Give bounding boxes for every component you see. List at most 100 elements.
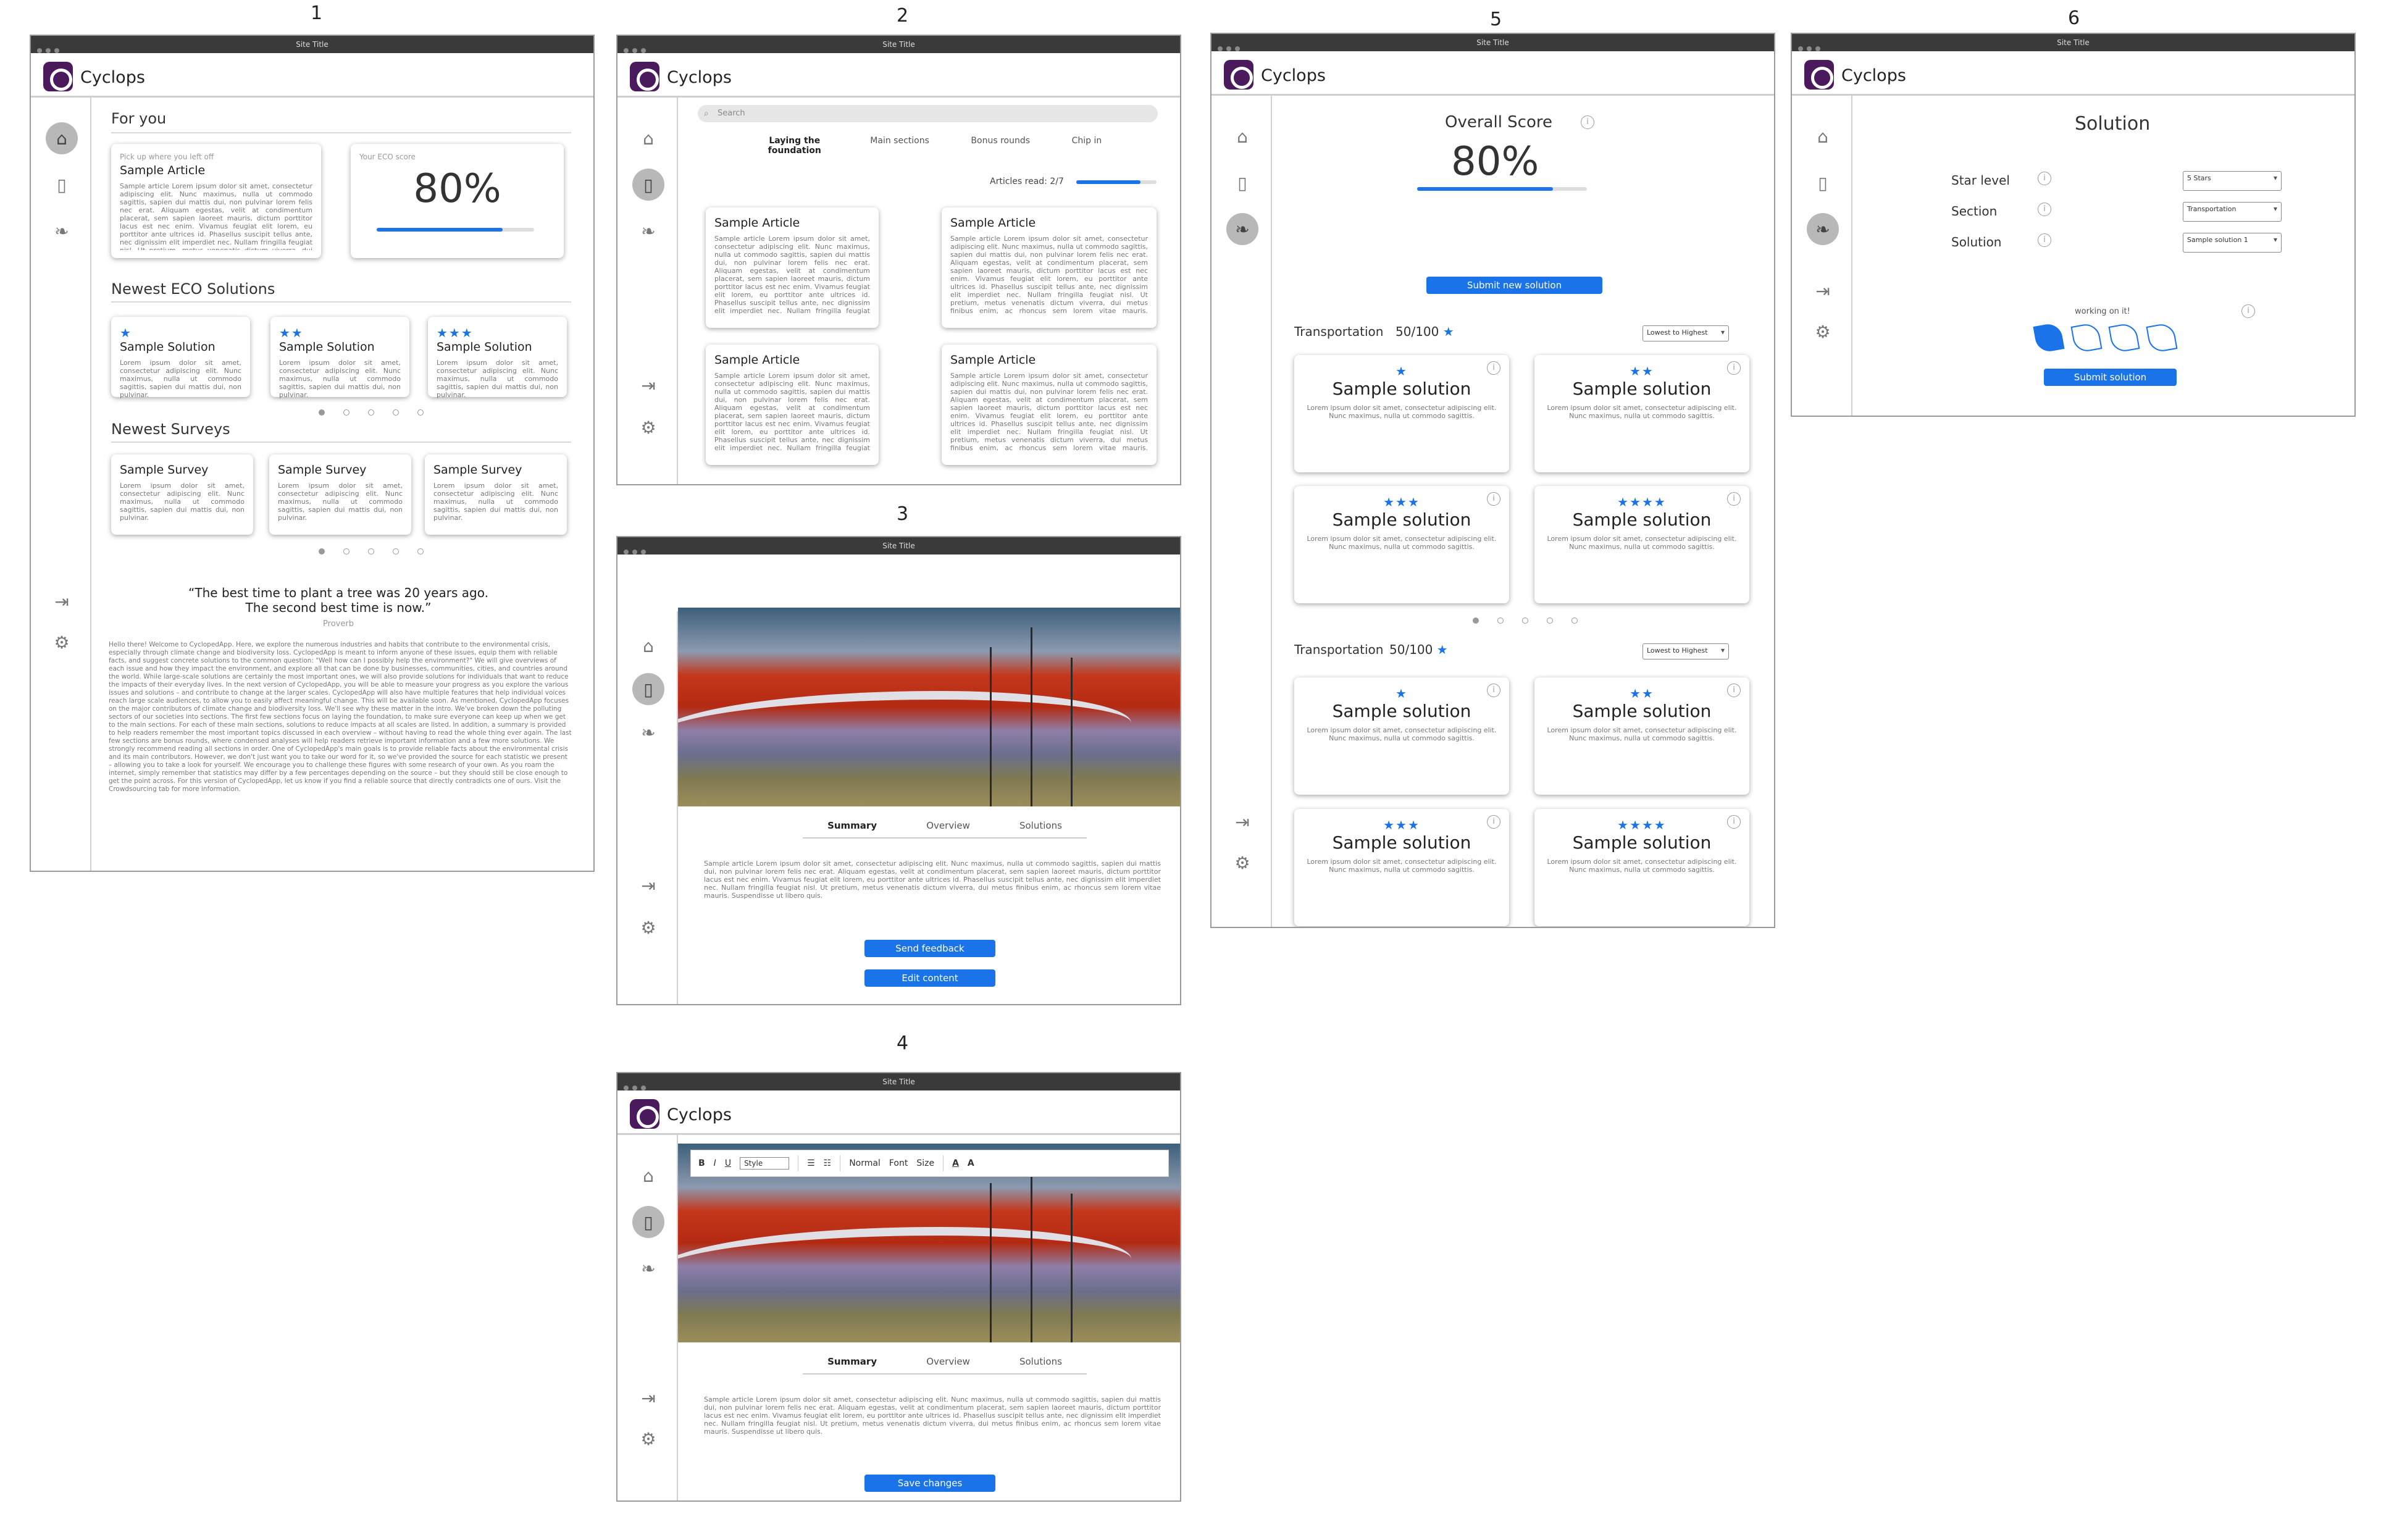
- continue-article-card[interactable]: Pick up where you left off Sample Articl…: [111, 144, 321, 258]
- solution-card[interactable]: ★★ Sample Solution Lorem ipsum dolor sit…: [270, 317, 409, 399]
- info-icon[interactable]: i: [1487, 492, 1500, 506]
- info-icon[interactable]: i: [1727, 815, 1741, 829]
- book-icon[interactable]: ▯: [632, 169, 664, 201]
- normal-select[interactable]: Normal: [849, 1158, 881, 1168]
- submit-solution-button[interactable]: Submit solution: [2044, 369, 2177, 386]
- gear-icon[interactable]: ⚙: [46, 626, 78, 658]
- solution-card[interactable]: i ★★ Sample solution Lorem ipsum dolor s…: [1534, 677, 1749, 795]
- tab-summary[interactable]: Summary: [827, 820, 877, 831]
- cyclops-logo[interactable]: [630, 1099, 659, 1129]
- leaf-icon[interactable]: [2146, 322, 2178, 354]
- tab-summary[interactable]: Summary: [827, 1356, 877, 1367]
- submit-new-solution-button[interactable]: Submit new solution: [1426, 277, 1602, 294]
- gear-icon[interactable]: ⚙: [632, 411, 664, 443]
- info-icon[interactable]: i: [2038, 172, 2051, 185]
- solution-card[interactable]: i ★ Sample solution Lorem ipsum dolor si…: [1294, 677, 1509, 795]
- info-icon[interactable]: i: [1487, 815, 1500, 829]
- info-icon[interactable]: i: [2241, 304, 2255, 318]
- solution-card[interactable]: i ★★★ Sample solution Lorem ipsum dolor …: [1294, 486, 1509, 603]
- numbered-list-icon[interactable]: ☰: [807, 1158, 815, 1168]
- gear-icon[interactable]: ⚙: [1807, 316, 1839, 348]
- sort-select[interactable]: Lowest to Highest: [1642, 325, 1729, 341]
- book-icon[interactable]: ▯: [46, 169, 78, 201]
- solution-card[interactable]: i ★★ Sample solution Lorem ipsum dolor s…: [1534, 355, 1749, 472]
- save-changes-button[interactable]: Save changes: [864, 1475, 995, 1492]
- tab-solutions[interactable]: Solutions: [1019, 820, 1062, 831]
- star-level-select[interactable]: 5 Stars: [2183, 171, 2282, 191]
- style-select[interactable]: Style: [740, 1157, 790, 1170]
- send-feedback-button[interactable]: Send feedback: [864, 940, 995, 957]
- info-icon[interactable]: i: [1581, 115, 1594, 129]
- survey-card[interactable]: Sample Survey Lorem ipsum dolor sit amet…: [111, 454, 253, 535]
- leaf-icon[interactable]: ❧: [1807, 213, 1839, 245]
- solution-card[interactable]: i ★★★★ Sample solution Lorem ipsum dolor…: [1534, 486, 1749, 603]
- login-icon[interactable]: ⇥: [632, 869, 664, 902]
- edit-content-button[interactable]: Edit content: [864, 969, 995, 987]
- cyclops-logo[interactable]: [1224, 60, 1253, 90]
- tab-laying-foundation[interactable]: Laying the foundation: [761, 136, 829, 156]
- login-icon[interactable]: ⇥: [46, 585, 78, 617]
- bullet-list-icon[interactable]: ☷: [824, 1158, 832, 1168]
- gear-icon[interactable]: ⚙: [632, 911, 664, 944]
- info-icon[interactable]: i: [2038, 203, 2051, 216]
- book-icon[interactable]: ▯: [632, 673, 664, 705]
- tab-chip-in[interactable]: Chip in: [1072, 136, 1102, 156]
- home-icon[interactable]: ⌂: [632, 122, 664, 154]
- article-card[interactable]: Sample Article Sample article Lorem ipsu…: [942, 207, 1157, 328]
- book-icon[interactable]: ▯: [1226, 167, 1258, 199]
- info-icon[interactable]: i: [1727, 361, 1741, 375]
- book-icon[interactable]: ▯: [1807, 167, 1839, 199]
- solutions-pagination[interactable]: [319, 409, 424, 416]
- cyclops-logo[interactable]: [43, 62, 73, 91]
- font-select[interactable]: Font: [889, 1158, 908, 1168]
- login-icon[interactable]: ⇥: [632, 369, 664, 401]
- leaf-icon[interactable]: ❧: [632, 716, 664, 748]
- leaf-icon[interactable]: ❧: [1226, 213, 1258, 245]
- leaf-icon[interactable]: [2033, 322, 2065, 354]
- tab-overview[interactable]: Overview: [926, 820, 970, 831]
- info-icon[interactable]: i: [1487, 684, 1500, 697]
- section-select[interactable]: Transportation: [2183, 202, 2282, 222]
- article-card[interactable]: Sample Article Sample article Lorem ipsu…: [942, 345, 1157, 465]
- home-icon[interactable]: ⌂: [1226, 120, 1258, 153]
- search-input[interactable]: ⌕ Search: [698, 105, 1158, 122]
- info-icon[interactable]: i: [1727, 684, 1741, 697]
- article-card[interactable]: Sample Article Sample article Lorem ipsu…: [706, 345, 879, 465]
- italic-button[interactable]: I: [714, 1158, 716, 1168]
- survey-card[interactable]: Sample Survey Lorem ipsum dolor sit amet…: [269, 454, 411, 535]
- size-select[interactable]: Size: [916, 1158, 934, 1168]
- leaf-icon[interactable]: [2108, 322, 2140, 354]
- tab-bonus-rounds[interactable]: Bonus rounds: [971, 136, 1030, 156]
- solution-card[interactable]: ★ Sample Solution Lorem ipsum dolor sit …: [111, 317, 250, 399]
- home-icon[interactable]: ⌂: [46, 122, 78, 154]
- book-icon[interactable]: ▯: [632, 1206, 664, 1238]
- survey-card[interactable]: Sample Survey Lorem ipsum dolor sit amet…: [425, 454, 567, 535]
- login-icon[interactable]: ⇥: [1226, 806, 1258, 838]
- sort-select[interactable]: Lowest to Highest: [1642, 643, 1729, 659]
- info-icon[interactable]: i: [1487, 361, 1500, 375]
- gear-icon[interactable]: ⚙: [632, 1423, 664, 1455]
- leaf-icon[interactable]: ❧: [46, 215, 78, 247]
- tab-main-sections[interactable]: Main sections: [870, 136, 929, 156]
- bold-button[interactable]: B: [698, 1158, 705, 1168]
- cyclops-logo[interactable]: [630, 62, 659, 91]
- home-icon[interactable]: ⌂: [632, 1160, 664, 1192]
- solution-card[interactable]: ★★★ Sample Solution Lorem ipsum dolor si…: [428, 317, 567, 399]
- solution-card[interactable]: i ★★★ Sample solution Lorem ipsum dolor …: [1294, 809, 1509, 926]
- font-color-button[interactable]: A: [952, 1158, 959, 1168]
- solution-card[interactable]: i ★ Sample solution Lorem ipsum dolor si…: [1294, 355, 1509, 472]
- gear-icon[interactable]: ⚙: [1226, 847, 1258, 879]
- underline-button[interactable]: U: [725, 1158, 731, 1168]
- eco-score-card[interactable]: Your ECO score 80%: [351, 144, 564, 258]
- solution-card[interactable]: i ★★★★ Sample solution Lorem ipsum dolor…: [1534, 809, 1749, 926]
- solution-select[interactable]: Sample solution 1: [2183, 233, 2282, 253]
- surveys-pagination[interactable]: [319, 548, 424, 554]
- login-icon[interactable]: ⇥: [632, 1382, 664, 1414]
- article-card[interactable]: Sample Article Sample article Lorem ipsu…: [706, 207, 879, 328]
- home-icon[interactable]: ⌂: [632, 630, 664, 662]
- info-icon[interactable]: i: [2038, 233, 2051, 247]
- home-icon[interactable]: ⌂: [1807, 120, 1839, 153]
- tab-solutions[interactable]: Solutions: [1019, 1356, 1062, 1367]
- leaf-icon[interactable]: ❧: [632, 1252, 664, 1284]
- leaf-rating[interactable]: [2032, 322, 2179, 354]
